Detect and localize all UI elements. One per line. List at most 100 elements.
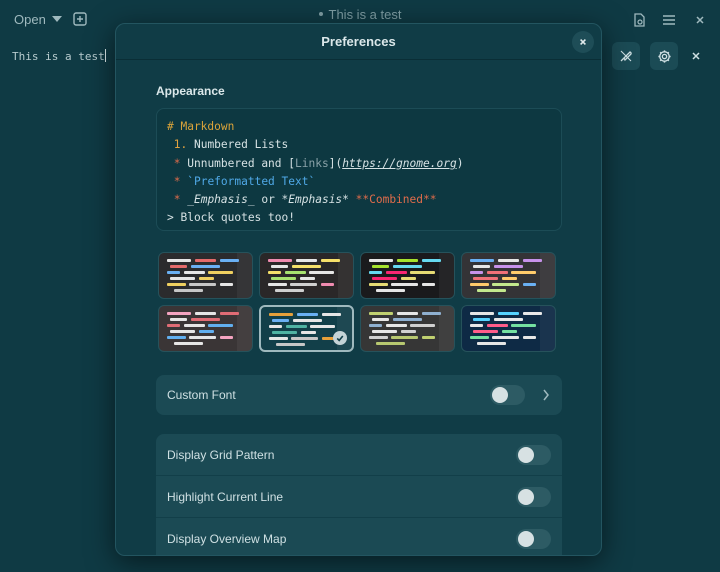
scheme-overview-panel <box>237 253 252 298</box>
scheme-code-line <box>397 259 418 262</box>
grid-pattern-row[interactable]: Display Grid Pattern <box>156 434 562 476</box>
scheme-code-line <box>297 313 318 316</box>
hamburger-icon <box>663 15 675 25</box>
editor-text[interactable]: This is a test <box>12 49 106 63</box>
scheme-code-line <box>195 312 216 315</box>
window-close-button[interactable] <box>689 9 711 31</box>
scheme-code-line <box>276 343 305 346</box>
scheme-code-line <box>368 283 388 286</box>
modified-indicator <box>318 11 323 16</box>
preview-unnumbered-text: Unnumbered and [ <box>180 156 296 170</box>
scheme-code-line <box>219 336 234 339</box>
style-scheme-8[interactable] <box>461 305 556 352</box>
scheme-code-line <box>400 330 417 333</box>
overview-map-label: Display Overview Map <box>167 532 287 546</box>
scheme-code-line <box>198 330 215 333</box>
scheme-code-line <box>191 265 220 268</box>
scheme-code-line <box>183 271 205 274</box>
scheme-code-line <box>397 312 418 315</box>
highlight-line-row[interactable]: Highlight Current Line <box>156 476 562 518</box>
checkmark-icon <box>333 331 347 345</box>
style-scheme-6[interactable] <box>259 305 354 352</box>
scheme-code-line <box>166 259 192 262</box>
scheme-code-line <box>511 271 537 274</box>
scheme-overview-panel <box>237 306 252 351</box>
scheme-code-line <box>469 259 495 262</box>
scheme-code-line <box>174 289 203 292</box>
scheme-code-line <box>368 259 394 262</box>
style-scheme-4[interactable] <box>461 252 556 299</box>
custom-font-toggle[interactable] <box>490 385 525 405</box>
toggle-knob <box>518 447 534 463</box>
scheme-code-line <box>492 283 519 286</box>
scheme-code-line <box>189 283 216 286</box>
document-properties-button[interactable] <box>628 9 650 31</box>
scheme-code-line <box>494 318 523 321</box>
close-icon <box>696 16 704 24</box>
dialog-close-button[interactable] <box>572 31 594 53</box>
preview-url-end: ) <box>456 156 464 170</box>
text-cursor <box>104 49 106 62</box>
scheme-code-line <box>501 277 518 280</box>
scheme-code-line <box>170 330 196 333</box>
scheme-code-line <box>166 271 180 274</box>
style-scheme-1[interactable] <box>158 252 253 299</box>
scheme-code-line <box>477 342 506 345</box>
toolbar-right <box>600 39 720 73</box>
scheme-code-line <box>385 271 407 274</box>
overview-map-row[interactable]: Display Overview Map <box>156 518 562 555</box>
scheme-code-line <box>372 318 390 321</box>
scheme-code-line <box>208 271 234 274</box>
scheme-code-line <box>267 283 287 286</box>
toggle-knob <box>492 387 508 403</box>
scheme-code-line <box>284 271 306 274</box>
scheme-code-line <box>309 271 335 274</box>
scheme-code-line <box>473 330 499 333</box>
grid-pattern-label: Display Grid Pattern <box>167 447 275 462</box>
style-scheme-grid <box>158 252 558 354</box>
scheme-code-line <box>372 330 398 333</box>
scheme-code-line <box>310 325 336 328</box>
custom-font-row[interactable]: Custom Font <box>156 375 562 415</box>
main-menu-button[interactable] <box>658 9 680 31</box>
preview-emphasis-2: *Emphasis* <box>281 193 349 207</box>
scheme-code-line <box>271 265 289 268</box>
scheme-overview-panel <box>439 253 454 298</box>
preview-or: or <box>254 193 282 207</box>
overview-map-toggle[interactable] <box>516 529 551 549</box>
scheme-code-line <box>410 324 436 327</box>
appearance-heading: Appearance <box>156 84 225 98</box>
close-search-button[interactable] <box>688 48 704 64</box>
scheme-code-line <box>300 331 317 334</box>
scheme-code-line <box>166 336 186 339</box>
scheme-code-line <box>292 265 321 268</box>
scheme-code-line <box>198 277 215 280</box>
scheme-code-line <box>393 265 422 268</box>
style-scheme-5[interactable] <box>158 305 253 352</box>
style-scheme-3[interactable] <box>360 252 455 299</box>
scheme-code-line <box>421 283 436 286</box>
scheme-code-line <box>219 283 234 286</box>
paint-icon <box>620 50 632 62</box>
display-options-card: Display Grid Pattern Highlight Current L… <box>156 434 562 555</box>
style-scheme-2[interactable] <box>259 252 354 299</box>
scheme-code-line <box>469 336 489 339</box>
settings-button[interactable] <box>650 42 678 70</box>
highlight-line-toggle[interactable] <box>516 487 551 507</box>
scheme-code-line <box>268 337 288 340</box>
style-button[interactable] <box>612 42 640 70</box>
grid-pattern-toggle[interactable] <box>516 445 551 465</box>
scheme-code-line <box>271 277 297 280</box>
style-scheme-7[interactable] <box>360 305 455 352</box>
preview-blockquote: > Block quotes too! <box>167 211 295 225</box>
scheme-code-line <box>320 259 340 262</box>
scheme-code-line <box>393 318 422 321</box>
scheme-code-line <box>522 312 542 315</box>
preview-bullet: * <box>173 156 181 170</box>
preview-url: https://gnome.org <box>342 156 457 170</box>
scheme-code-line <box>285 325 307 328</box>
scheme-code-line <box>191 318 220 321</box>
scheme-code-line <box>166 312 192 315</box>
scheme-code-line <box>400 277 417 280</box>
scheme-code-line <box>174 342 203 345</box>
